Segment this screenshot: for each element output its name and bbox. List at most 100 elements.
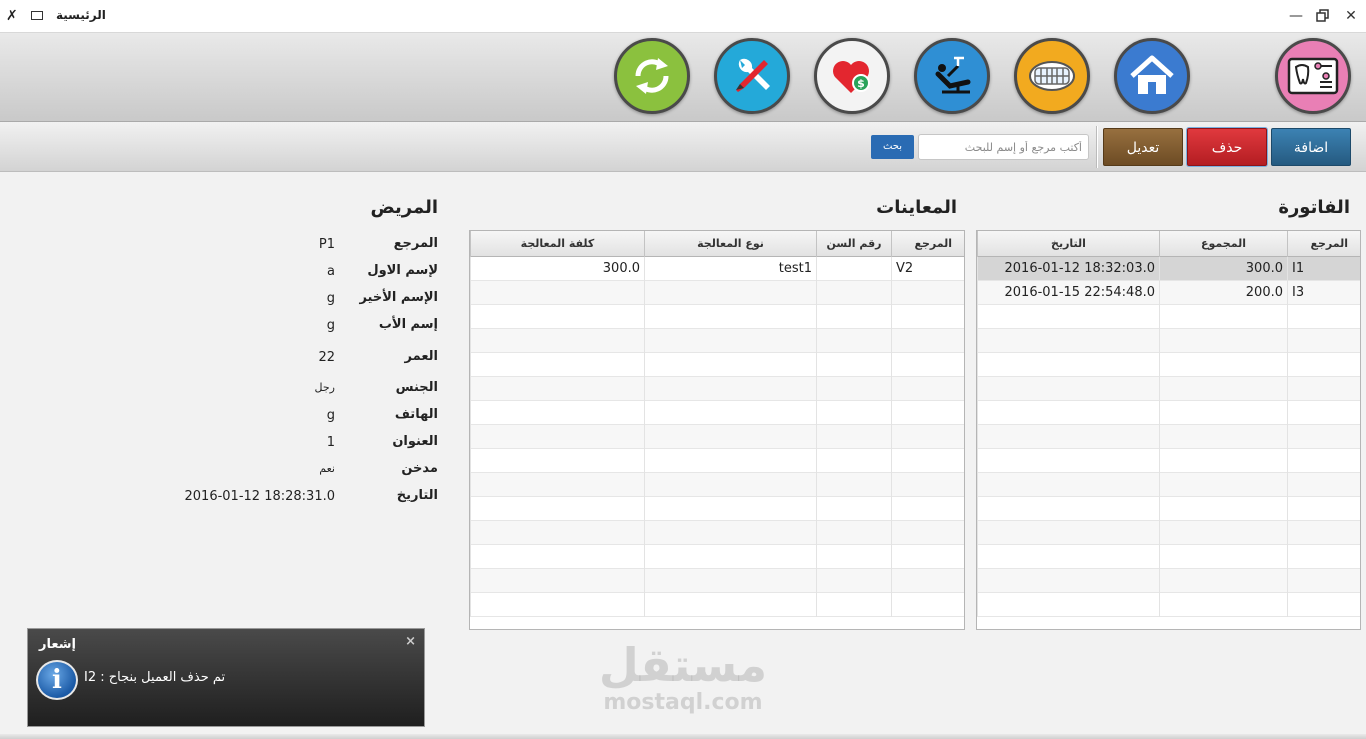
table-row[interactable]: I3 200.0 2016-01-15 22:54:48.0 — [977, 281, 1360, 305]
table-row[interactable] — [977, 305, 1360, 329]
invoice-col-ref[interactable]: المرجع — [1287, 231, 1360, 257]
table-row[interactable] — [977, 377, 1360, 401]
notification-popup: إشعار × i تم حذف العميل بنجاح : I2 — [27, 628, 425, 727]
minimize-button[interactable]: — — [1286, 6, 1306, 26]
table-row[interactable] — [470, 569, 964, 593]
table-cell: 2016-01-15 22:54:48.0 — [977, 281, 1159, 305]
table-cell — [816, 377, 891, 401]
notification-close-button[interactable]: × — [405, 634, 416, 649]
table-cell — [891, 593, 964, 617]
table-cell — [1287, 473, 1360, 497]
table-cell — [644, 569, 816, 593]
home-button[interactable] — [1114, 38, 1190, 114]
table-cell — [1159, 449, 1287, 473]
maximize-button[interactable] — [1313, 6, 1333, 26]
invoice-table[interactable]: المرجع المجموع التاريخ I1 300.0 2016-01-12… — [976, 230, 1361, 630]
table-cell — [644, 281, 816, 305]
window-title: الرئيسية — [56, 8, 106, 22]
search-input[interactable] — [918, 134, 1089, 160]
visits-table-body: V2 test1 300.0 — [470, 257, 964, 617]
table-cell — [816, 593, 891, 617]
table-cell — [1159, 593, 1287, 617]
table-row[interactable]: V2 test1 300.0 — [470, 257, 964, 281]
table-row[interactable] — [470, 377, 964, 401]
table-cell — [816, 329, 891, 353]
table-row[interactable]: I1 300.0 2016-01-12 18:32:03.0 — [977, 257, 1360, 281]
table-row[interactable] — [470, 593, 964, 617]
table-row[interactable] — [470, 281, 964, 305]
visits-col-ref[interactable]: المرجع — [891, 231, 964, 257]
patient-field-value: 22 — [318, 350, 335, 365]
payments-button[interactable]: $ — [814, 38, 890, 114]
table-cell — [644, 593, 816, 617]
tools-icon — [728, 52, 776, 100]
invoice-table-header: المرجع المجموع التاريخ — [977, 231, 1360, 257]
invoice-col-date[interactable]: التاريخ — [977, 231, 1159, 257]
table-row[interactable] — [977, 449, 1360, 473]
close-button[interactable]: ✕ — [1341, 6, 1361, 26]
table-cell — [470, 305, 644, 329]
table-cell — [816, 545, 891, 569]
table-cell — [644, 353, 816, 377]
table-row[interactable] — [977, 353, 1360, 377]
table-cell — [1159, 473, 1287, 497]
tooth-chart-icon — [1286, 56, 1340, 96]
teeth-button[interactable] — [1014, 38, 1090, 114]
table-cell — [816, 281, 891, 305]
table-row[interactable] — [977, 593, 1360, 617]
visits-col-tooth[interactable]: رقم السن — [816, 231, 891, 257]
patient-field-value: g — [326, 408, 335, 423]
add-button[interactable]: اضافة — [1271, 128, 1351, 166]
svg-text:$: $ — [857, 77, 865, 90]
search-button[interactable]: بحث — [871, 135, 914, 159]
table-row[interactable] — [977, 401, 1360, 425]
patient-field-value: a — [327, 264, 335, 279]
table-row[interactable] — [470, 425, 964, 449]
table-row[interactable] — [977, 425, 1360, 449]
table-row[interactable] — [977, 545, 1360, 569]
settings-button[interactable] — [714, 38, 790, 114]
visits-col-cost[interactable]: كلفة المعالجة — [470, 231, 644, 257]
table-row[interactable] — [977, 329, 1360, 353]
table-row[interactable] — [470, 401, 964, 425]
table-row[interactable] — [470, 473, 964, 497]
table-cell — [891, 353, 964, 377]
watermark-latin: mostaql.com — [603, 690, 763, 715]
table-cell — [891, 545, 964, 569]
table-cell — [816, 473, 891, 497]
table-row[interactable] — [470, 329, 964, 353]
invoice-title: الفاتورة — [1278, 197, 1350, 218]
table-row[interactable] — [470, 521, 964, 545]
table-row[interactable] — [977, 521, 1360, 545]
edit-button[interactable]: تعديل — [1103, 128, 1183, 166]
table-cell — [816, 497, 891, 521]
delete-button[interactable]: حذف — [1187, 128, 1267, 166]
refresh-button[interactable] — [614, 38, 690, 114]
table-row[interactable] — [470, 545, 964, 569]
table-row[interactable] — [470, 305, 964, 329]
tooth-chart-button[interactable] — [1275, 38, 1351, 114]
table-row[interactable] — [470, 353, 964, 377]
table-cell — [816, 305, 891, 329]
table-cell — [891, 569, 964, 593]
window-menu-icon[interactable] — [31, 11, 43, 20]
toolbar-separator — [1096, 126, 1098, 168]
patient-field-label: الإسم الأخير — [359, 290, 438, 305]
patient-field-label: الهاتف — [394, 407, 438, 422]
app-window: ✗ الرئيسية — ✕ $ اضافة حذف تعديل أكتب مر… — [0, 0, 1366, 739]
table-cell — [816, 569, 891, 593]
dental-chair-button[interactable] — [914, 38, 990, 114]
invoice-col-total[interactable]: المجموع — [1159, 231, 1287, 257]
refresh-icon — [628, 52, 676, 100]
table-row[interactable] — [977, 569, 1360, 593]
table-row[interactable] — [977, 497, 1360, 521]
visits-table[interactable]: المرجع رقم السن نوع المعالجة كلفة المعال… — [469, 230, 965, 630]
table-row[interactable] — [977, 473, 1360, 497]
table-cell — [1159, 569, 1287, 593]
visits-col-treatment[interactable]: نوع المعالجة — [644, 231, 816, 257]
patient-field-label: إسم الأب — [378, 317, 438, 332]
table-cell: 300.0 — [470, 257, 644, 281]
table-row[interactable] — [470, 449, 964, 473]
table-row[interactable] — [470, 497, 964, 521]
table-cell — [977, 425, 1159, 449]
